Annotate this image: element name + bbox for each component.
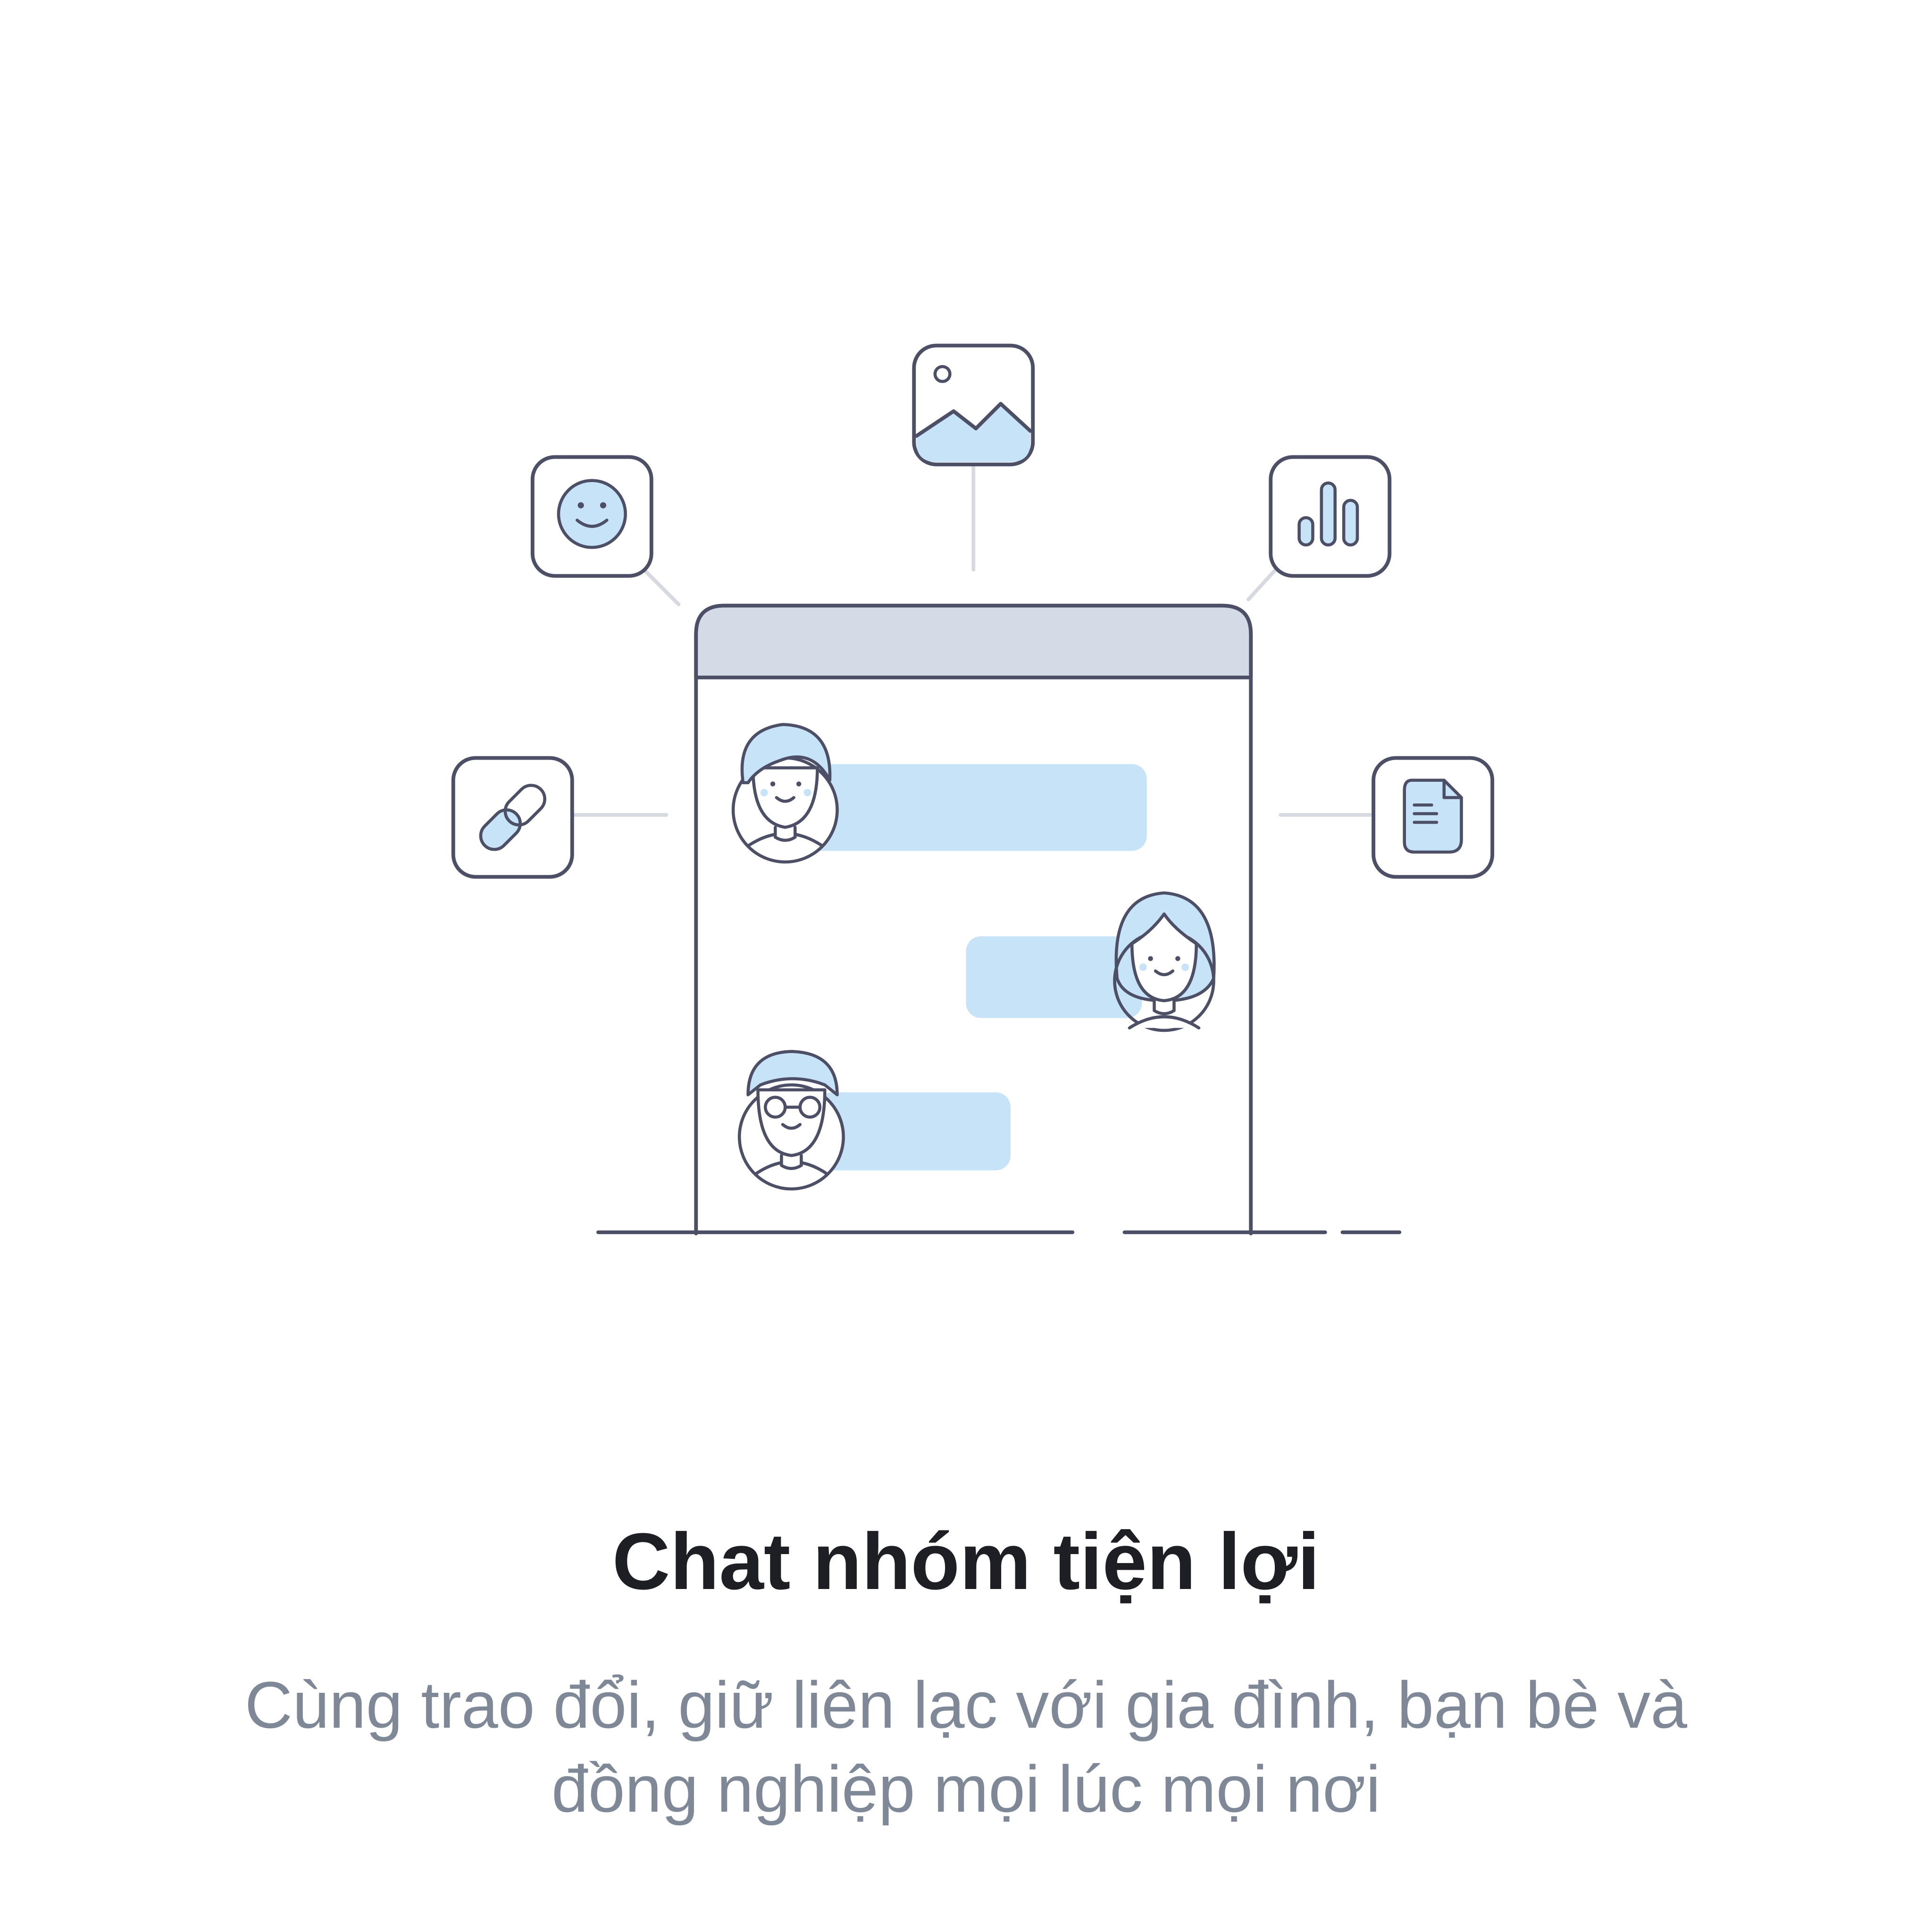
description-line: đồng nghiệp mọi lúc mọi nơi [551, 1752, 1381, 1826]
onboarding-description: Cùng trao đổi, giữ liên lạc với gia đình… [142, 1663, 1790, 1831]
image-icon [912, 343, 1035, 467]
link-icon [451, 756, 574, 879]
man-with-glasses-avatar [737, 1050, 845, 1191]
message-bubble [805, 764, 1147, 851]
bar-chart-icon [1269, 455, 1392, 578]
message-bubble [817, 1092, 1011, 1171]
group-chat-illustration [451, 343, 1495, 1236]
smiley-icon [530, 455, 653, 578]
description-line: Cùng trao đổi, giữ liên lạc với gia đình… [244, 1668, 1688, 1742]
chat-window-header [694, 603, 1253, 679]
onboarding-title: Chat nhóm tiện lợi [612, 1517, 1320, 1606]
man-avatar [731, 723, 839, 864]
document-icon [1372, 756, 1495, 879]
